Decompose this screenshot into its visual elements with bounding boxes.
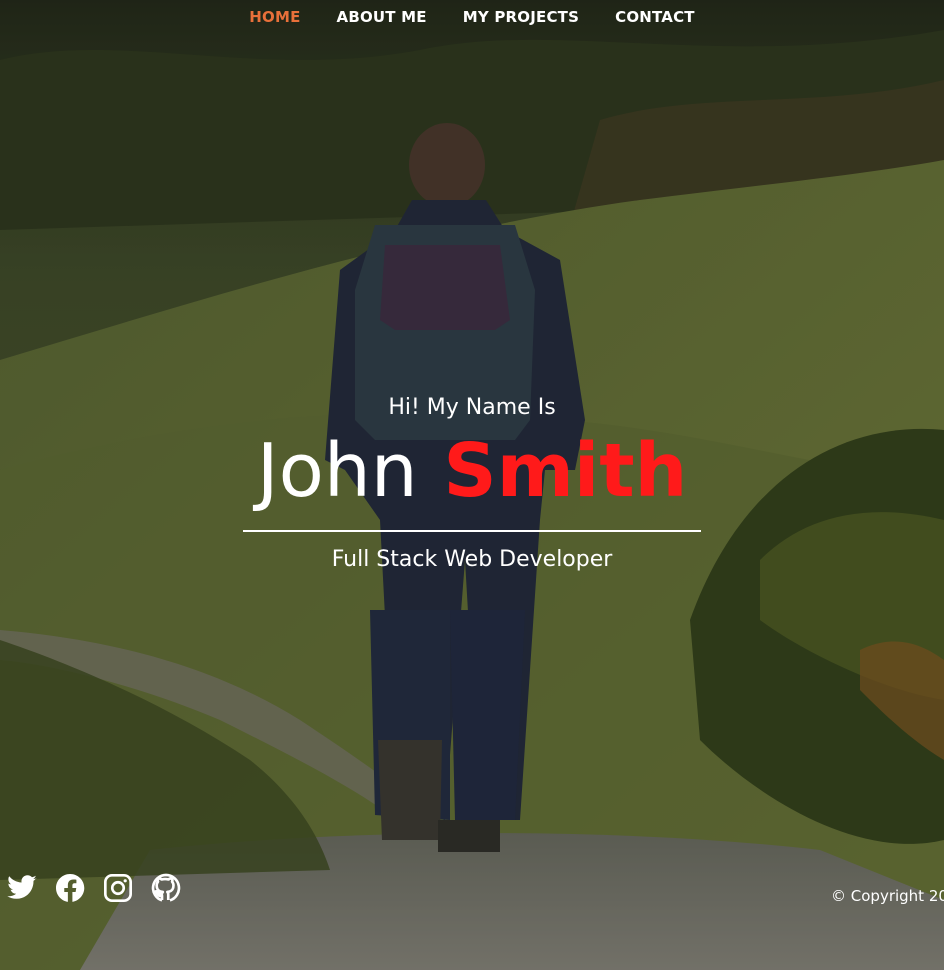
nav-link-about-me[interactable]: ABOUT ME — [319, 6, 445, 30]
hero-greeting: Hi! My Name Is — [388, 395, 556, 420]
facebook-link[interactable] — [54, 871, 86, 905]
nav-link-contact[interactable]: CONTACT — [597, 6, 713, 30]
hero-role: Full Stack Web Developer — [331, 547, 613, 572]
instagram-link[interactable] — [102, 871, 134, 905]
hero-name: John Smith — [0, 426, 944, 516]
instagram-icon — [104, 874, 132, 902]
social-links — [6, 871, 182, 905]
github-link[interactable] — [150, 871, 182, 905]
nav-link-home[interactable]: HOME — [231, 6, 318, 30]
main-nav: HOME ABOUT ME MY PROJECTS CONTACT — [0, 6, 944, 30]
twitter-link[interactable] — [6, 871, 38, 905]
github-icon — [151, 873, 181, 902]
page: HOME ABOUT ME MY PROJECTS CONTACT Hi! My… — [0, 0, 944, 970]
copyright-text: © Copyright 202 — [831, 887, 944, 905]
hero-last-name: Smith — [443, 428, 688, 514]
facebook-icon — [56, 874, 85, 902]
hero-first-name: John — [256, 428, 418, 514]
twitter-icon — [7, 875, 37, 899]
hero-section: Hi! My Name Is John Smith Full Stack Web… — [0, 390, 944, 576]
hero-divider — [243, 530, 701, 532]
nav-link-my-projects[interactable]: MY PROJECTS — [445, 6, 597, 30]
